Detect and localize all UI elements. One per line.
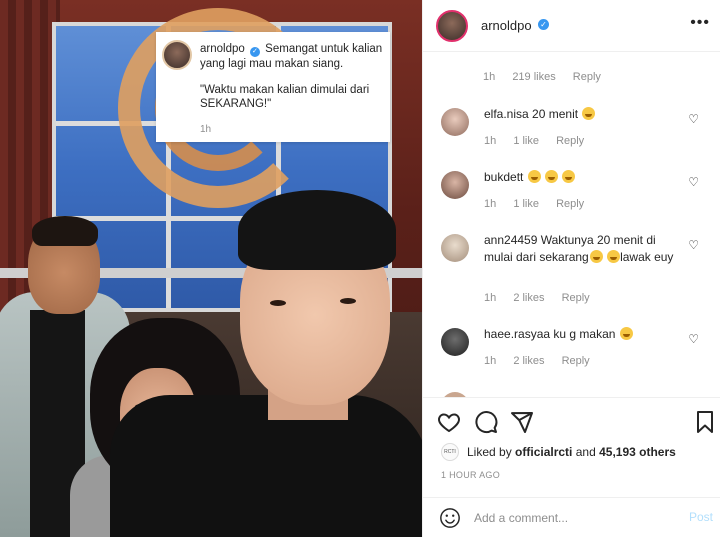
caption-overlay-card: arnoldpo ✓ Semangat untuk kalian yang la… [156, 32, 390, 142]
reply-button[interactable]: Reply [562, 355, 590, 367]
post-photo[interactable]: arnoldpo ✓ Semangat untuk kalian yang la… [0, 0, 422, 537]
avatar[interactable] [441, 328, 469, 356]
reply-button[interactable]: Reply [556, 135, 584, 147]
caption-time: 1h [200, 124, 212, 135]
post-header: arnoldpo ✓ ••• [423, 0, 720, 52]
reply-button[interactable]: Reply [562, 292, 590, 304]
comment-text: 20 menit [532, 107, 579, 121]
reply-button[interactable]: Reply [573, 71, 601, 83]
laughing-emoji-icon [589, 250, 603, 263]
comments-list[interactable]: 1h 219 likes Reply elfa.nisa 20 menit ♡ … [423, 52, 720, 397]
bookmark-icon[interactable] [693, 410, 717, 434]
scream-emoji-icon [619, 327, 633, 340]
share-icon[interactable] [510, 410, 534, 434]
likes-summary[interactable]: Liked by officialrcti and 45,193 others [467, 445, 676, 459]
avatar[interactable] [441, 234, 469, 262]
heart-icon[interactable]: ♡ [688, 332, 699, 346]
post-timestamp[interactable]: 1 HOUR AGO [441, 470, 500, 480]
avatar[interactable]: RCTI [441, 443, 459, 461]
caption-quote: "Waktu makan kalian dimulai dari SEKARAN… [200, 84, 370, 110]
caption-username: arnoldpo [200, 43, 245, 55]
reply-button[interactable]: Reply [556, 198, 584, 210]
comment-username[interactable]: elfa.nisa [484, 107, 529, 121]
comment-username[interactable]: bukdett [484, 170, 523, 184]
avatar[interactable] [441, 171, 469, 199]
sweat-smile-emoji-icon [582, 107, 596, 120]
heart-icon[interactable]: ♡ [688, 175, 699, 189]
caption-meta: 1h 219 likes Reply [483, 71, 601, 83]
heart-icon[interactable]: ♡ [688, 112, 699, 126]
comment-text-2: lawak euy [620, 250, 674, 264]
post-button[interactable]: Post [689, 510, 713, 524]
laughing-emoji-icon [562, 170, 576, 183]
header-username[interactable]: arnoldpo [481, 18, 532, 33]
post-actions: RCTI Liked by officialrcti and 45,193 ot… [423, 397, 720, 497]
laughing-emoji-icon [527, 170, 541, 183]
comment-input[interactable] [474, 507, 674, 529]
avatar[interactable] [441, 108, 469, 136]
comment-icon[interactable] [474, 410, 498, 434]
verified-badge-icon: ✓ [538, 19, 549, 30]
laughing-emoji-icon [607, 250, 621, 263]
caption-likes[interactable]: 219 likes [512, 71, 555, 83]
comment-text: ku g makan [553, 327, 616, 341]
avatar[interactable] [436, 10, 468, 42]
likes-count[interactable]: 45,193 others [599, 445, 676, 459]
post-sidebar: arnoldpo ✓ ••• 1h 219 likes Reply elfa.n… [422, 0, 720, 537]
heart-icon[interactable]: ♡ [688, 238, 699, 252]
comment-username[interactable]: haee.rasyaa [484, 327, 550, 341]
avatar [162, 40, 192, 70]
heart-icon[interactable] [437, 410, 461, 434]
laughing-emoji-icon [545, 170, 559, 183]
emoji-smile-icon[interactable] [439, 507, 461, 529]
liked-by-user[interactable]: officialrcti [515, 445, 572, 459]
add-comment-bar: Post [423, 497, 720, 537]
more-options-icon[interactable]: ••• [690, 14, 710, 32]
person-right [110, 395, 422, 537]
verified-badge-icon: ✓ [249, 47, 260, 57]
comment-username[interactable]: ann24459 [484, 233, 537, 247]
